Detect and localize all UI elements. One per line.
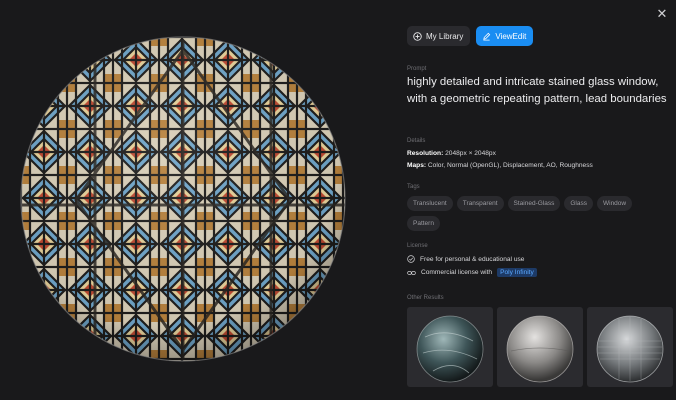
my-library-button[interactable]: My Library: [407, 26, 471, 46]
tag-stained-glass[interactable]: Stained-Glass: [507, 196, 561, 211]
resolution-key: Resolution:: [407, 150, 444, 157]
maps-value: Color, Normal (OpenGL), Displacement, AO…: [427, 162, 593, 169]
result-thumbnail[interactable]: [407, 307, 493, 387]
result-thumbnail[interactable]: [587, 307, 673, 387]
license-commercial-text: Commercial license with: [421, 269, 493, 276]
info-panel: ✕ My Library ViewEdit Prompt highly deta…: [396, 0, 676, 400]
pencil-icon: [483, 32, 491, 40]
close-icon[interactable]: ✕: [654, 6, 670, 22]
poly-infinity-link[interactable]: Poly Infinity: [497, 268, 537, 277]
view-edit-label: ViewEdit: [495, 31, 527, 41]
tag-list: Translucent Transparent Stained-Glass Gl…: [407, 196, 669, 231]
tag-pattern[interactable]: Pattern: [407, 216, 440, 231]
action-bar: My Library ViewEdit: [407, 26, 534, 46]
check-circle-icon: [407, 255, 415, 263]
tag-glass[interactable]: Glass: [564, 196, 593, 211]
result-sphere-clear: [596, 315, 664, 383]
result-sphere-teal: [416, 315, 484, 383]
result-thumbnail[interactable]: [497, 307, 583, 387]
maps-key: Maps:: [407, 162, 427, 169]
result-sphere-frosted: [506, 315, 574, 383]
resolution-value: 2048px × 2048px: [445, 150, 496, 157]
link-icon: [407, 270, 416, 275]
license-commercial-row: Commercial license with Poly Infinity: [407, 268, 537, 277]
license-personal-row: Free for personal & educational use: [407, 255, 524, 263]
tag-translucent[interactable]: Translucent: [407, 196, 453, 211]
tag-transparent[interactable]: Transparent: [456, 196, 504, 211]
maps-row: Maps: Color, Normal (OpenGL), Displaceme…: [407, 162, 593, 169]
plus-circle-icon: [413, 31, 422, 41]
view-edit-button[interactable]: ViewEdit: [476, 26, 534, 46]
details-heading: Details: [407, 138, 426, 144]
prompt-text: highly detailed and intricate stained gl…: [407, 76, 667, 105]
stained-glass-sphere: [20, 36, 346, 362]
prompt-heading: Prompt: [407, 66, 427, 72]
tag-window[interactable]: Window: [596, 196, 633, 211]
resolution-row: Resolution: 2048px × 2048px: [407, 150, 496, 157]
license-personal-text: Free for personal & educational use: [420, 255, 525, 263]
my-library-label: My Library: [426, 31, 464, 41]
material-preview: [0, 0, 396, 400]
other-results-heading: Other Results: [407, 295, 444, 301]
tags-heading: Tags: [407, 184, 420, 190]
license-heading: License: [407, 243, 428, 249]
other-results-list: [407, 307, 673, 387]
